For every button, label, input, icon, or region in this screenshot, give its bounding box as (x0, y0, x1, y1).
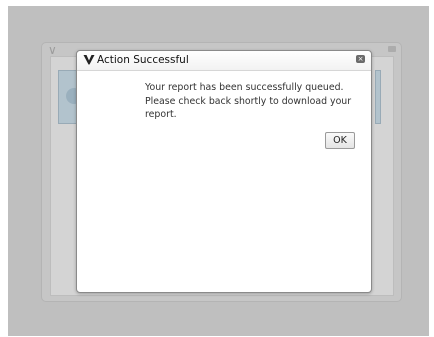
background-logo-icon: ∨ (48, 43, 57, 57)
ok-button[interactable]: OK (325, 132, 355, 149)
message-line: Please check back shortly to download yo… (145, 95, 352, 107)
message-line: report. (145, 109, 177, 120)
action-successful-dialog: Action Successful × Your report has been… (76, 50, 372, 293)
background-close-icon (388, 46, 396, 52)
dialog-message: Your report has been successfully queued… (145, 81, 359, 122)
logo-check-icon (83, 55, 95, 65)
background-tile-right (375, 70, 381, 124)
dialog-titlebar: Action Successful × (77, 51, 371, 71)
close-icon[interactable]: × (356, 55, 365, 63)
dialog-title: Action Successful (97, 54, 189, 66)
message-line: Your report has been successfully queued… (145, 82, 344, 93)
